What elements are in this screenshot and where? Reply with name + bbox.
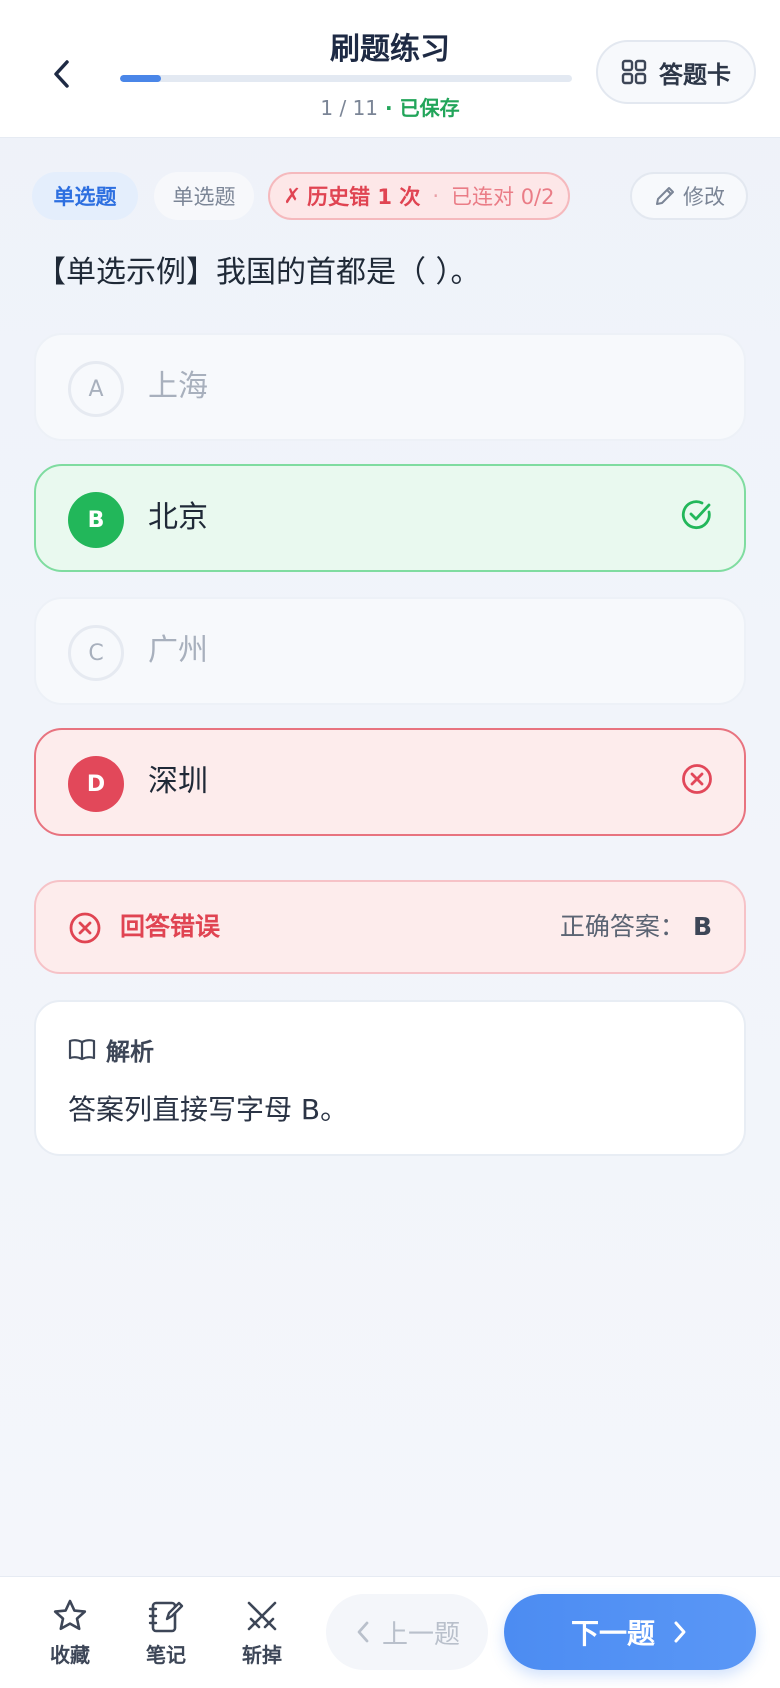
pencil-icon xyxy=(656,187,674,205)
option-text: 上海 xyxy=(148,369,208,404)
history-wrong-count: 历史错 1 次 xyxy=(307,185,421,209)
analysis-body: 答案列直接写字母 B。 xyxy=(68,1093,349,1126)
chevron-left-icon xyxy=(357,1621,369,1643)
progress-bar xyxy=(120,75,572,82)
question-type-secondary-tag: 单选题 xyxy=(154,172,254,220)
correct-answer-label: 正确答案： xyxy=(559,912,685,941)
correct-streak: 已连对 0/2 xyxy=(451,185,555,209)
analysis-header: 解析 xyxy=(68,1032,154,1067)
correct-answer: 正确答案： B xyxy=(560,882,712,972)
favorite-button[interactable]: 收藏 xyxy=(30,1597,110,1677)
answer-result: 回答错误 正确答案： B xyxy=(34,880,746,974)
cross-mark-icon: ✗ xyxy=(283,184,302,208)
book-icon xyxy=(68,1038,96,1060)
star-icon xyxy=(53,1599,87,1631)
progress-count: 1 / 11 xyxy=(320,96,379,120)
option-d[interactable]: D 深圳 xyxy=(34,728,746,836)
edit-label: 修改 xyxy=(683,185,725,209)
check-circle-icon xyxy=(681,500,711,530)
previous-label: 上一题 xyxy=(381,1619,460,1650)
option-letter: D xyxy=(68,756,124,812)
analysis-title: 解析 xyxy=(106,1038,154,1066)
saved-status: 已保存 xyxy=(399,96,460,120)
note-label: 笔记 xyxy=(146,1643,186,1667)
saved-separator: · xyxy=(378,96,400,120)
edit-button[interactable]: 修改 xyxy=(630,172,748,220)
option-b[interactable]: B 北京 xyxy=(34,464,746,572)
option-text: 深圳 xyxy=(148,764,208,799)
option-letter: A xyxy=(68,361,124,417)
grid-icon xyxy=(621,59,647,85)
x-circle-icon xyxy=(69,912,101,944)
favorite-label: 收藏 xyxy=(50,1643,90,1667)
next-question-button[interactable]: 下一题 xyxy=(504,1594,756,1670)
option-text: 北京 xyxy=(148,500,208,535)
answer-card-button[interactable]: 答题卡 xyxy=(596,40,756,104)
chevron-right-icon xyxy=(674,1621,686,1643)
question-type-tag: 单选题 xyxy=(32,172,138,220)
correct-answer-value: B xyxy=(692,912,712,941)
answer-card-label: 答题卡 xyxy=(659,60,731,89)
header: 刷题练习 1 / 11 · 已保存 答题卡 xyxy=(0,0,780,138)
bottom-toolbar: 收藏 笔记 斩掉 上一题 下一题 xyxy=(0,1576,780,1688)
analysis-panel: 解析 答案列直接写字母 B。 xyxy=(34,1000,746,1156)
result-label: 回答错误 xyxy=(120,912,221,941)
option-letter: B xyxy=(68,492,124,548)
note-button[interactable]: 笔记 xyxy=(126,1597,206,1677)
history-badge: ✗ 历史错 1 次 · 已连对 0/2 xyxy=(268,172,570,220)
question-text: 【单选示例】我国的首都是（ ）。 xyxy=(36,255,481,290)
crossed-swords-icon xyxy=(247,1601,277,1631)
option-text: 广州 xyxy=(148,633,208,668)
option-a[interactable]: A 上海 xyxy=(34,333,746,441)
previous-question-button[interactable]: 上一题 xyxy=(326,1594,488,1670)
cut-label: 斩掉 xyxy=(242,1643,282,1667)
next-label: 下一题 xyxy=(570,1617,655,1650)
question-tags: 单选题 单选题 ✗ 历史错 1 次 · 已连对 0/2 修改 xyxy=(32,172,748,220)
option-letter: C xyxy=(68,625,124,681)
progress-fill xyxy=(120,75,162,82)
option-c[interactable]: C 广州 xyxy=(34,597,746,705)
cut-button[interactable]: 斩掉 xyxy=(222,1597,302,1677)
history-dot: · xyxy=(432,184,440,208)
x-circle-icon xyxy=(682,764,712,794)
notebook-icon xyxy=(148,1601,184,1633)
